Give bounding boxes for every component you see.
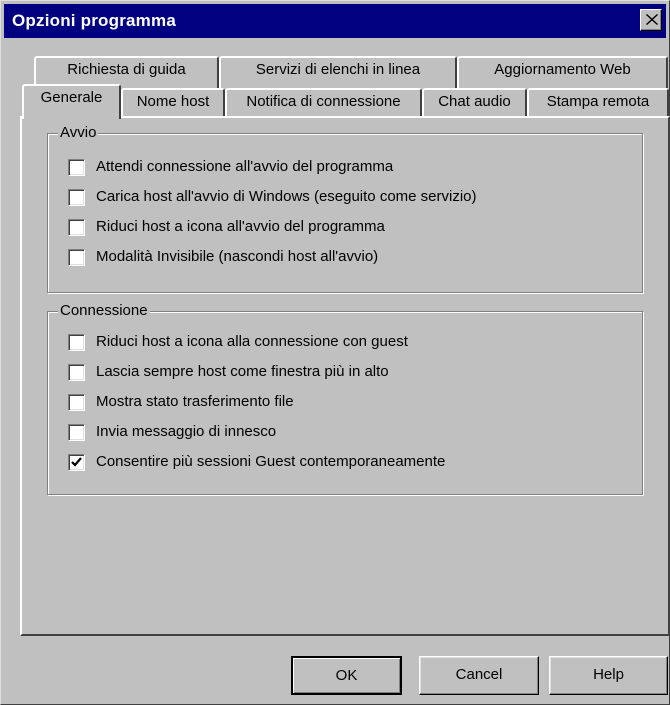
checkbox-modalita-invisibile[interactable] xyxy=(68,249,85,266)
ok-button[interactable]: OK xyxy=(291,656,402,695)
tab-label: Servizi di elenchi in linea xyxy=(255,61,421,78)
cancel-button-label: Cancel xyxy=(455,666,503,683)
tab-label: Chat audio xyxy=(438,93,511,110)
option-label: Riduci host a icona all'avvio del progra… xyxy=(96,218,385,235)
checkbox-attendi-connessione[interactable] xyxy=(68,159,85,176)
checkmark-icon xyxy=(71,457,82,467)
option-label: Modalità Invisibile (nascondi host all'a… xyxy=(96,248,379,265)
option-label: Consentire più sessioni Guest contempora… xyxy=(96,453,446,470)
cancel-button[interactable]: Cancel xyxy=(419,656,539,695)
tab-panel-generale: Avvio Attendi connessione all'avvio del … xyxy=(20,116,670,636)
group-avvio-label: Avvio xyxy=(58,124,99,141)
checkbox-lascia-host-in-alto[interactable] xyxy=(68,364,85,381)
checkbox-riduci-host-connessione[interactable] xyxy=(68,334,85,351)
help-button-label: Help xyxy=(593,666,624,683)
group-connessione-label: Connessione xyxy=(58,302,150,319)
tab-nome-host[interactable]: Nome host xyxy=(121,88,225,118)
option-label: Mostra stato trasferimento file xyxy=(96,393,294,410)
tab-label: Richiesta di guida xyxy=(67,61,186,78)
checkbox-mostra-stato-trasferimento[interactable] xyxy=(68,394,85,411)
tab-label: Stampa remota xyxy=(546,93,650,110)
tab-label: Generale xyxy=(40,89,103,106)
option-label: Attendi connessione all'avvio del progra… xyxy=(96,158,394,175)
group-connessione: Connessione Riduci host a icona alla con… xyxy=(47,302,643,495)
tab-chat-audio[interactable]: Chat audio xyxy=(422,88,527,118)
checkbox-invia-messaggio-innesco[interactable] xyxy=(68,424,85,441)
tab-label: Aggiornamento Web xyxy=(494,61,631,78)
window-title: Opzioni programma xyxy=(12,11,176,30)
tab-label: Nome host xyxy=(136,93,210,110)
tab-servizi-elenchi[interactable]: Servizi di elenchi in linea xyxy=(219,56,457,88)
tab-label: Notifica di connessione xyxy=(246,93,401,110)
checkbox-piu-sessioni-guest[interactable] xyxy=(68,454,85,471)
option-label: Lascia sempre host come finestra più in … xyxy=(96,363,389,380)
group-avvio: Avvio Attendi connessione all'avvio del … xyxy=(47,124,643,293)
checkbox-riduci-host-avvio[interactable] xyxy=(68,219,85,236)
ok-button-label: OK xyxy=(335,667,358,684)
close-button[interactable] xyxy=(640,9,662,31)
option-label: Carica host all'avvio di Windows (esegui… xyxy=(96,188,477,205)
tab-aggiornamento-web[interactable]: Aggiornamento Web xyxy=(457,56,668,88)
checkbox-carica-host[interactable] xyxy=(68,189,85,206)
options-dialog: Opzioni programma Richiesta di guida Ser… xyxy=(0,0,670,705)
tab-stampa-remota[interactable]: Stampa remota xyxy=(527,88,669,118)
tab-notifica-connessione[interactable]: Notifica di connessione xyxy=(225,88,422,118)
option-label: Invia messaggio di innesco xyxy=(96,423,277,440)
help-button[interactable]: Help xyxy=(549,656,668,695)
title-bar[interactable]: Opzioni programma xyxy=(4,4,666,38)
option-label: Riduci host a icona alla connessione con… xyxy=(96,333,408,350)
close-icon xyxy=(646,14,658,25)
tab-generale[interactable]: Generale xyxy=(22,84,121,119)
